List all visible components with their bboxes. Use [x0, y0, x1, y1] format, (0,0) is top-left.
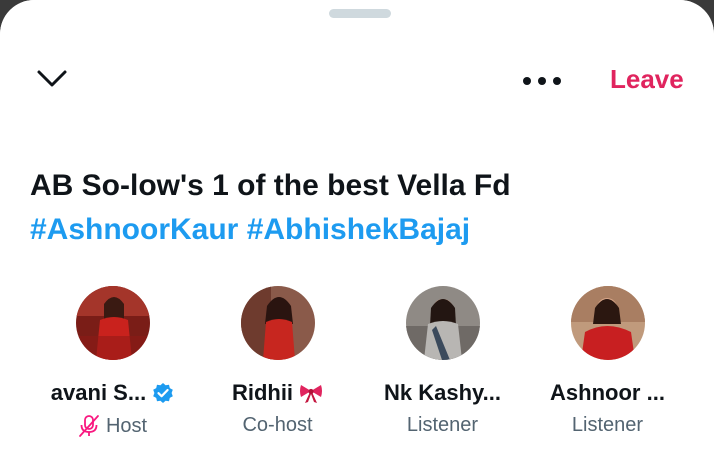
participant-role: Listener: [407, 414, 478, 437]
bow-icon: [299, 382, 323, 404]
participant-role-text: Listener: [571, 414, 644, 436]
participant-list: avani S... Host Ridhii Co-host Nk Kashy.…: [30, 286, 690, 446]
mic-off-icon: [78, 414, 100, 438]
avatar[interactable]: [405, 286, 480, 360]
participant-name-text: Nk Kashy...: [384, 380, 501, 405]
participant-name-text: avani S...: [50, 380, 147, 405]
participant-role: Co-host: [242, 414, 312, 437]
avatar-red-top-image: [570, 286, 645, 360]
participant-name: Nk Kashy...: [384, 380, 501, 406]
participant-role-text: Listener: [406, 414, 479, 436]
participant-cohost[interactable]: Ridhii Co-host: [195, 286, 360, 446]
more-dot: [553, 77, 561, 85]
participant-name: Ridhii: [232, 380, 323, 406]
collapse-button[interactable]: [34, 66, 70, 96]
space-title: AB So-low's 1 of the best Vella Fd #Ashn…: [30, 164, 690, 252]
space-sheet: Leave AB So-low's 1 of the best Vella Fd…: [0, 0, 714, 472]
participant-role-text: Co-host: [242, 414, 313, 436]
more-dot: [538, 77, 546, 85]
verified-badge-icon: [152, 382, 174, 404]
avatar[interactable]: [240, 286, 315, 360]
leave-button[interactable]: Leave: [610, 64, 684, 95]
space-title-text: AB So-low's 1 of the best Vella Fd: [30, 169, 511, 202]
chevron-down-icon: [36, 69, 68, 94]
sheet-surface: Leave AB So-low's 1 of the best Vella Fd…: [0, 0, 714, 472]
avatar-red-outfit-image: [75, 286, 150, 360]
participant-name-text: Ashnoor ...: [550, 380, 665, 405]
avatar[interactable]: [75, 286, 150, 360]
participant-role-text: Host: [105, 414, 148, 437]
avatar-grey-saree-image: [405, 286, 480, 360]
drag-handle[interactable]: [329, 9, 391, 18]
more-dots-icon: [523, 77, 531, 85]
participant-host[interactable]: avani S... Host: [30, 286, 195, 446]
more-options-button[interactable]: [518, 66, 566, 96]
participant-listener[interactable]: Nk Kashy... Listener: [360, 286, 525, 446]
participant-role: Listener: [572, 414, 643, 437]
participant-role: Host: [78, 414, 147, 438]
participant-listener[interactable]: Ashnoor ... Listener: [525, 286, 690, 446]
participant-name: avani S...: [51, 380, 174, 406]
participant-name: Ashnoor ...: [550, 380, 665, 406]
space-title-hashtags[interactable]: #AshnoorKaur #AbhishekBajaj: [30, 208, 690, 252]
avatar-red-dress-image: [240, 286, 315, 360]
avatar[interactable]: [570, 286, 645, 360]
participant-name-text: Ridhii: [231, 380, 294, 405]
